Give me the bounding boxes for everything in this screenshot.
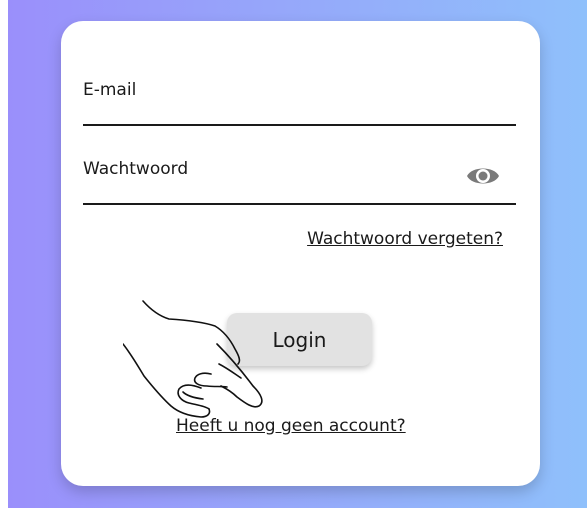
eye-icon[interactable] [466, 163, 500, 189]
login-card: E-mail Wachtwoord Wachtwoord vergeten? L… [61, 21, 540, 486]
login-button[interactable]: Login [227, 313, 372, 366]
email-label: E-mail [83, 80, 137, 100]
forgot-password-link[interactable]: Wachtwoord vergeten? [307, 229, 503, 249]
register-link[interactable]: Heeft u nog geen account? [176, 416, 406, 436]
password-field[interactable]: Wachtwoord [83, 159, 516, 205]
password-label: Wachtwoord [83, 159, 189, 179]
email-field[interactable]: E-mail [83, 80, 516, 126]
